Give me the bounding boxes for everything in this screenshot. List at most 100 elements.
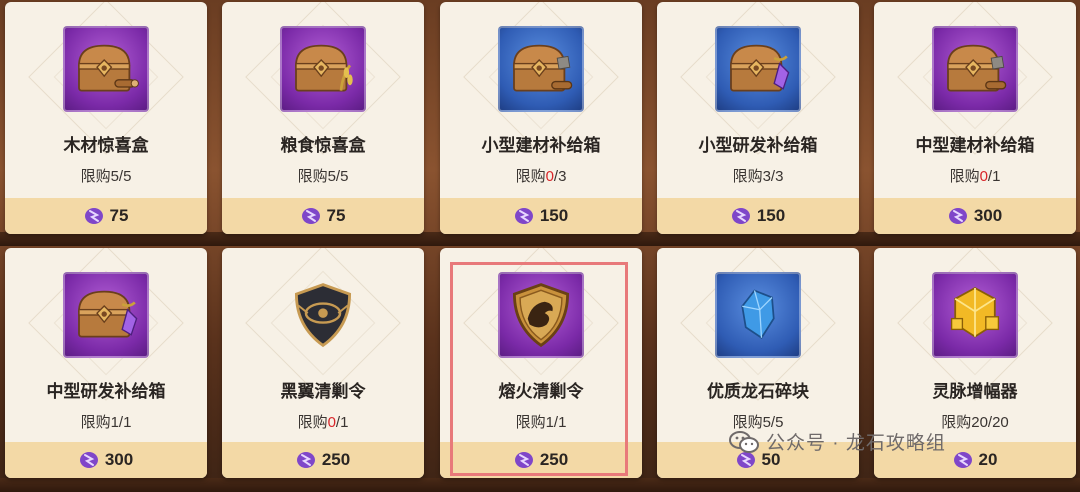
purple-gem-icon	[953, 450, 973, 470]
purchase-limit: 限购0/1	[874, 165, 1076, 186]
item-icon-frame	[498, 26, 584, 112]
purchase-limit: 限购1/1	[440, 411, 642, 432]
item-price: 250	[321, 450, 351, 469]
item-icon-frame	[63, 26, 149, 112]
limit-label: 限购	[732, 168, 763, 185]
dragonstone-fragment-icon	[723, 280, 793, 350]
limit-label: 限购	[80, 414, 111, 431]
limit-used: 0	[327, 414, 336, 431]
price-button[interactable]: 300	[5, 442, 207, 478]
item-price: 20	[978, 450, 998, 469]
limit-total: 1	[558, 414, 567, 431]
purchase-limit: 限购5/5	[5, 165, 207, 186]
shop-item-card[interactable]: 中型建材补给箱 限购0/1 300	[874, 2, 1076, 234]
purple-gem-icon	[948, 206, 968, 226]
item-name: 灵脉增幅器	[932, 382, 1018, 401]
limit-used: 1	[545, 414, 554, 431]
limit-total: 5	[340, 168, 349, 185]
purchase-limit: 限购3/3	[657, 165, 859, 186]
research-chest-icon	[722, 33, 794, 105]
price-button[interactable]: 150	[657, 198, 859, 234]
building-chest-icon	[505, 33, 577, 105]
limit-used: 1	[110, 414, 119, 431]
price-button[interactable]: 150	[440, 198, 642, 234]
price-button[interactable]: 300	[874, 198, 1076, 234]
research-chest-icon	[70, 279, 142, 351]
limit-total: 5	[123, 168, 132, 185]
purple-gem-icon	[79, 450, 99, 470]
price-button[interactable]: 250	[222, 442, 424, 478]
shelf	[0, 478, 1080, 492]
purchase-limit: 限购5/5	[222, 165, 424, 186]
limit-total: 1	[340, 414, 349, 431]
spirit-amplifier-icon	[939, 279, 1011, 351]
limit-total: 3	[558, 168, 567, 185]
watermark-text: 公众号 · 龙石攻略组	[766, 433, 946, 454]
item-name: 小型研发补给箱	[698, 136, 818, 155]
item-price: 300	[973, 206, 1003, 225]
item-name: 中型建材补给箱	[915, 136, 1035, 155]
shop-item-card[interactable]: 黑翼清剿令 限购0/1 250	[222, 248, 424, 478]
purchase-limit: 限购0/3	[440, 165, 642, 186]
shop-item-card[interactable]: 中型研发补给箱 限购1/1 300	[5, 248, 207, 478]
purple-gem-icon	[296, 450, 316, 470]
item-name: 优质龙石碎块	[707, 382, 809, 401]
limit-label: 限购	[297, 414, 328, 431]
limit-label: 限购	[515, 168, 546, 185]
purple-gem-icon	[301, 206, 321, 226]
purple-gem-icon	[731, 206, 751, 226]
limit-total: 20	[992, 414, 1009, 431]
item-name: 中型研发补给箱	[46, 382, 166, 401]
shop-item-card[interactable]: 小型建材补给箱 限购0/3 150	[440, 2, 642, 234]
watermark: 公众号 · 龙石攻略组	[728, 428, 946, 455]
limit-used: 0	[979, 168, 988, 185]
limit-used: 3	[762, 168, 771, 185]
limit-total: 1	[123, 414, 132, 431]
item-price: 75	[109, 206, 129, 225]
limit-label: 限购	[297, 168, 328, 185]
item-price: 150	[539, 206, 569, 225]
item-icon-frame	[932, 272, 1018, 358]
shop-item-card[interactable]: 熔火清剿令 限购1/1 250	[440, 248, 642, 478]
molten-fire-shield-icon	[503, 277, 579, 353]
wechat-icon	[729, 430, 759, 453]
item-icon-frame	[498, 272, 584, 358]
item-icon-frame	[280, 26, 366, 112]
limit-used: 5	[327, 168, 336, 185]
limit-used: 5	[110, 168, 119, 185]
item-price: 250	[539, 450, 569, 469]
limit-label: 限购	[949, 168, 980, 185]
limit-label: 限购	[515, 414, 546, 431]
item-price: 150	[756, 206, 786, 225]
item-name: 熔火清剿令	[498, 382, 584, 401]
item-price: 300	[104, 450, 134, 469]
item-icon-frame	[63, 272, 149, 358]
shop-item-card[interactable]: 小型研发补给箱 限购3/3 150	[657, 2, 859, 234]
limit-used: 0	[545, 168, 554, 185]
shop-item-card[interactable]: 木材惊喜盒 限购5/5 75	[5, 2, 207, 234]
price-button[interactable]: 250	[440, 442, 642, 478]
purchase-limit: 限购0/1	[222, 411, 424, 432]
limit-used: 20	[971, 414, 988, 431]
limit-total: 3	[775, 168, 784, 185]
building-chest-icon	[939, 33, 1011, 105]
price-button[interactable]: 75	[5, 198, 207, 234]
purple-gem-icon	[514, 206, 534, 226]
item-icon-frame	[715, 26, 801, 112]
item-name: 小型建材补给箱	[481, 136, 601, 155]
wood-chest-icon	[70, 33, 142, 105]
item-price: 75	[326, 206, 346, 225]
item-name: 木材惊喜盒	[63, 136, 149, 155]
item-icon-frame	[280, 272, 366, 358]
limit-total: 1	[992, 168, 1001, 185]
price-button[interactable]: 75	[222, 198, 424, 234]
item-icon-frame	[715, 272, 801, 358]
grain-chest-icon	[287, 33, 359, 105]
black-wing-shield-icon	[285, 277, 361, 353]
shelf	[0, 232, 1080, 246]
limit-label: 限购	[80, 168, 111, 185]
purple-gem-icon	[514, 450, 534, 470]
item-name: 黑翼清剿令	[280, 382, 366, 401]
shop-item-card[interactable]: 粮食惊喜盒 限购5/5 75	[222, 2, 424, 234]
item-name: 粮食惊喜盒	[280, 136, 366, 155]
